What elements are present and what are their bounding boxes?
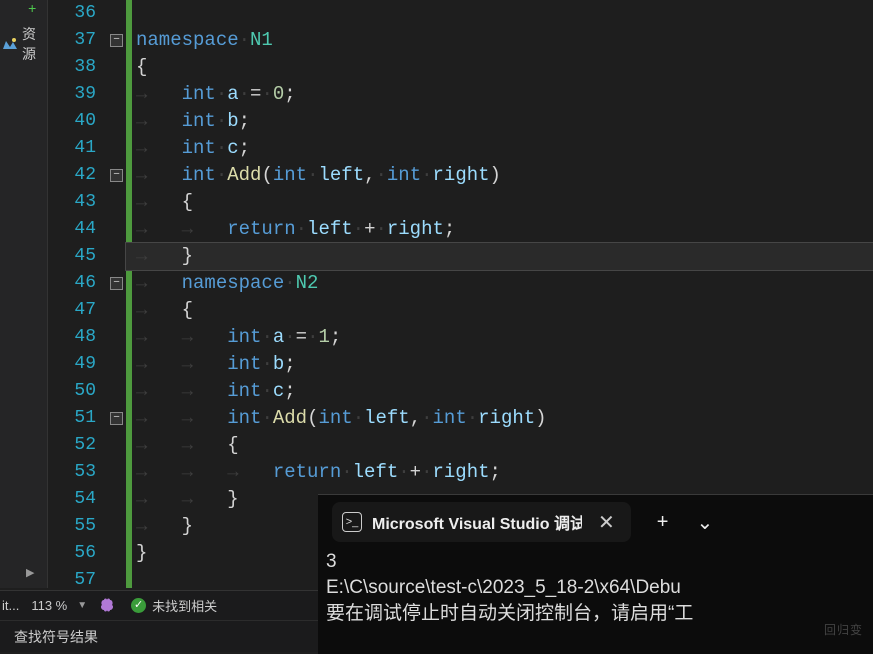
terminal-output-line: E:\C\source\test-c\2023_5_18-2\x64\Debu xyxy=(326,575,866,601)
code-line[interactable]: → int·b; xyxy=(126,108,873,135)
terminal-output-line: 3 xyxy=(326,549,866,575)
resource-label: 资源 xyxy=(22,24,47,64)
line-number: 37 xyxy=(48,27,108,54)
line-number: 44 xyxy=(48,216,108,243)
line-number: 48 xyxy=(48,324,108,351)
fold-toggle-icon[interactable]: − xyxy=(110,34,123,47)
code-line[interactable]: → { xyxy=(126,297,873,324)
terminal-dropdown-icon[interactable]: ⌄ xyxy=(696,510,713,535)
code-line[interactable]: → → int·Add(int·left,·int·right) xyxy=(126,405,873,432)
terminal-tab[interactable]: >_ Microsoft Visual Studio 调试控 ✕ xyxy=(332,502,631,542)
fold-toggle-icon[interactable]: − xyxy=(110,277,123,290)
code-line[interactable]: → → return·left·+·right; xyxy=(126,216,873,243)
zoom-level[interactable]: 113 % xyxy=(25,598,73,613)
code-line[interactable]: → int·c; xyxy=(126,135,873,162)
line-number: 52 xyxy=(48,432,108,459)
plus-icon[interactable]: + xyxy=(28,2,36,18)
line-number: 38 xyxy=(48,54,108,81)
code-line[interactable]: → → int·c; xyxy=(126,378,873,405)
line-number: 42 xyxy=(48,162,108,189)
terminal-actions: + ⌄ xyxy=(657,510,713,535)
issues-text: 未找到相关 xyxy=(152,596,217,615)
line-number: 49 xyxy=(48,351,108,378)
terminal-close-icon[interactable]: ✕ xyxy=(592,510,621,535)
code-line[interactable]: → namespace·N2 xyxy=(126,270,873,297)
line-number-gutter: 3637383940414243444546474849505152535455… xyxy=(48,0,108,588)
code-line[interactable]: → int·Add(int·left,·int·right) xyxy=(126,162,873,189)
line-number: 45 xyxy=(48,243,108,270)
code-line[interactable]: → int·a·=·0; xyxy=(126,81,873,108)
code-line[interactable]: → → int·b; xyxy=(126,351,873,378)
terminal-icon: >_ xyxy=(342,512,362,532)
terminal-tab-title: Microsoft Visual Studio 调试控 xyxy=(372,510,582,534)
left-panel: + 资源 ▶ xyxy=(0,0,48,588)
code-line[interactable]: → → { xyxy=(126,432,873,459)
code-line[interactable]: { xyxy=(126,54,873,81)
code-line[interactable]: namespace·N1 xyxy=(126,27,873,54)
line-number: 50 xyxy=(48,378,108,405)
line-number: 56 xyxy=(48,540,108,567)
fold-toggle-icon[interactable]: − xyxy=(110,169,123,182)
code-line[interactable]: → → → return·left·+·right; xyxy=(126,459,873,486)
code-line[interactable]: → { xyxy=(126,189,873,216)
terminal-tab-bar: >_ Microsoft Visual Studio 调试控 ✕ + ⌄ xyxy=(318,495,873,549)
terminal-new-tab-icon[interactable]: + xyxy=(657,511,669,534)
fold-column: − − − − xyxy=(108,0,126,588)
watermark-text: 回归变 xyxy=(824,621,863,638)
resource-item[interactable]: 资源 xyxy=(2,24,47,64)
resource-icon xyxy=(2,37,18,51)
line-number: 43 xyxy=(48,189,108,216)
line-number: 46 xyxy=(48,270,108,297)
zoom-dropdown-icon[interactable]: ▼ xyxy=(73,600,91,611)
line-number: 41 xyxy=(48,135,108,162)
status-it: it... xyxy=(0,598,25,613)
line-number: 40 xyxy=(48,108,108,135)
code-line[interactable] xyxy=(126,0,873,27)
code-line[interactable]: → → int·a·=·1; xyxy=(126,324,873,351)
find-symbol-results-tab[interactable]: 查找符号结果 xyxy=(14,627,98,647)
line-number: 47 xyxy=(48,297,108,324)
line-number: 51 xyxy=(48,405,108,432)
line-number: 36 xyxy=(48,0,108,27)
fold-toggle-icon[interactable]: − xyxy=(110,412,123,425)
intellicode-icon[interactable] xyxy=(99,598,115,614)
terminal-output[interactable]: 3E:\C\source\test-c\2023_5_18-2\x64\Debu… xyxy=(318,549,873,627)
line-number: 55 xyxy=(48,513,108,540)
line-number: 54 xyxy=(48,486,108,513)
line-number: 53 xyxy=(48,459,108,486)
code-line[interactable]: → } xyxy=(126,243,873,270)
terminal-output-line: 要在调试停止时自动关闭控制台，请启用“工 xyxy=(326,601,866,627)
scroll-right-icon[interactable]: ▶ xyxy=(26,566,34,580)
issues-ok-icon[interactable]: ✓ xyxy=(131,598,146,613)
debug-console-window: >_ Microsoft Visual Studio 调试控 ✕ + ⌄ 3E:… xyxy=(318,494,873,654)
line-number: 39 xyxy=(48,81,108,108)
